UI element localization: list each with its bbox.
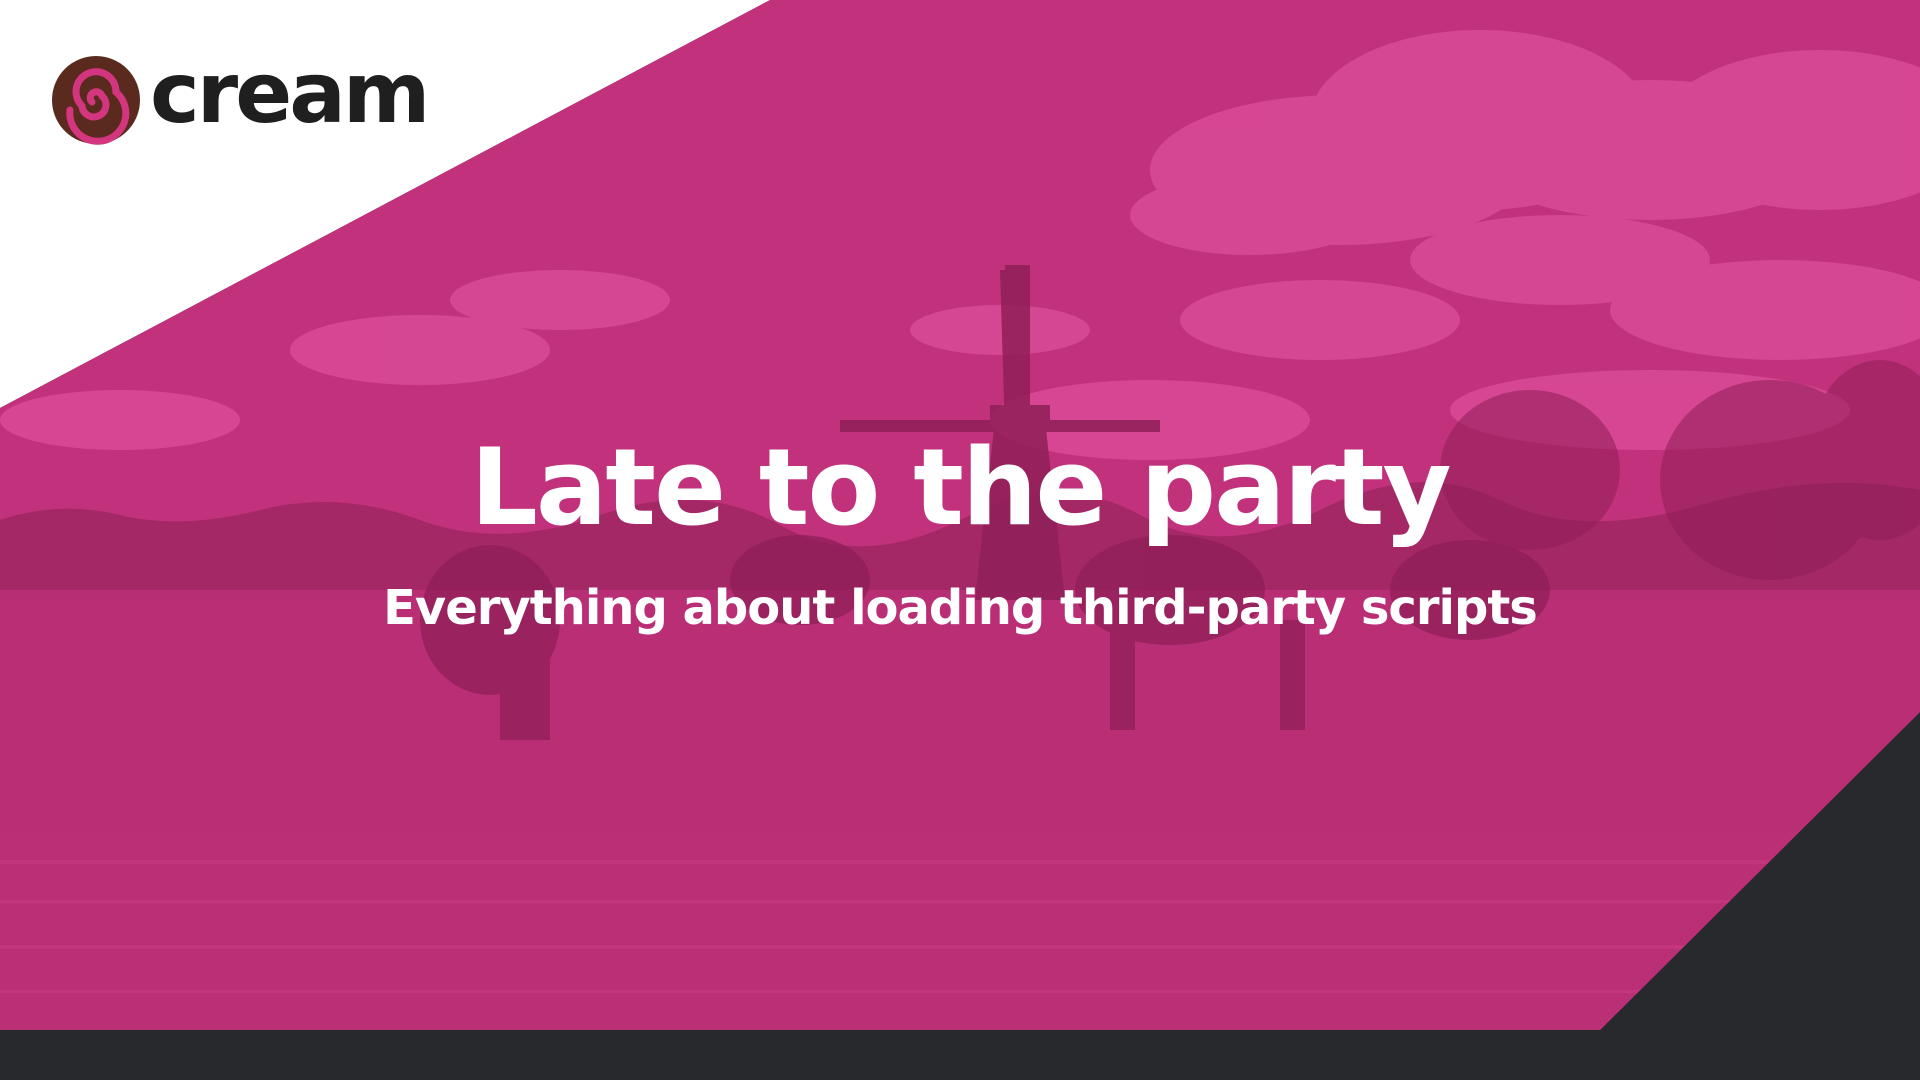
brand-name: cream: [150, 44, 430, 142]
slide-subtitle: Everything about loading third-party scr…: [383, 580, 1538, 636]
slide-title: Late to the party: [470, 426, 1451, 549]
swirl-logo-icon: [52, 56, 140, 145]
brand-logo[interactable]: cream: [50, 44, 430, 150]
title-slide: cream Late to the party Everything about…: [0, 0, 1920, 1080]
